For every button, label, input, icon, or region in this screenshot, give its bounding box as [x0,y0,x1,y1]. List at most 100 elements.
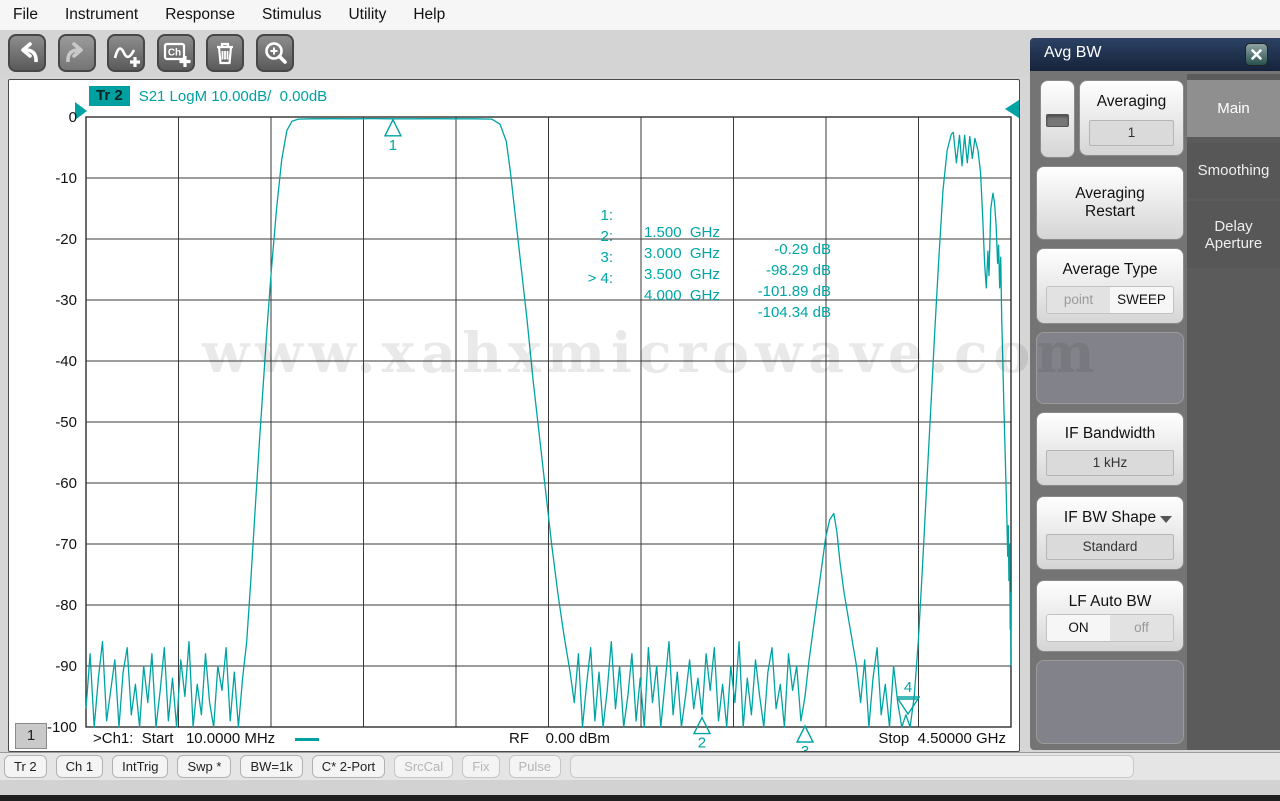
status-empty-slot [570,755,1134,778]
redo-icon [60,36,94,70]
y-tick-0: 0 [35,109,77,126]
dropdown-arrow-icon [1160,516,1172,523]
status-tr2-button[interactable]: Tr 2 [4,755,47,778]
empty-softkey [1036,332,1184,404]
average-type-button[interactable]: Average Type point SWEEP [1036,248,1184,324]
stop-frequency-label: Stop 4.50000 GHz [878,730,1006,747]
marker-value: -104.34 dB [711,304,831,321]
menu-help[interactable]: Help [413,6,445,24]
menu-file[interactable]: File [13,6,38,24]
status-fix-button[interactable]: Fix [462,755,499,778]
status-2port-button[interactable]: C* 2-Port [312,755,385,778]
bottom-strip [0,780,1280,795]
marker-readout-row: 2: 3.000 GHz -98.29 dB [9,211,26,231]
marker-id: 2: [539,228,613,245]
average-type-option-point[interactable]: point [1047,287,1110,313]
tab-smoothing[interactable]: Smoothing [1187,143,1280,198]
zoom-button[interactable] [256,34,294,72]
y-tick-2: -20 [35,231,77,248]
y-tick-1: -10 [35,170,77,187]
close-button[interactable] [1245,43,1268,66]
marker-frequency: 3.000 GHz [644,245,764,262]
averaging-restart-label: Averaging Restart [1037,185,1183,221]
avg-bw-panel: Avg BW Main Smoothing Delay Aperture Ave… [1030,38,1280,750]
y-tick-3: -30 [35,292,77,309]
lf-auto-bw-button[interactable]: LF Auto BW ON off [1036,580,1184,652]
menu-bar: File Instrument Response Stimulus Utilit… [0,0,1280,30]
ref-level-right-icon [1005,100,1019,118]
status-pulse-button[interactable]: Pulse [509,755,562,778]
marker-frequency: 4.000 GHz [644,287,764,304]
channel-number-badge[interactable]: 1 [15,723,47,749]
status-srccal-button[interactable]: SrcCal [394,755,453,778]
add-trace-button[interactable] [107,34,145,72]
start-frequency-label: >Ch1: Start 10.0000 MHz [93,730,275,747]
marker-label: 1 [389,137,397,154]
y-tick-4: -40 [35,353,77,370]
tab-main[interactable]: Main [1187,80,1280,137]
close-icon [1250,48,1263,61]
menu-instrument[interactable]: Instrument [65,6,138,24]
if-bandwidth-value[interactable]: 1 kHz [1046,450,1174,476]
if-bandwidth-label: IF Bandwidth [1037,425,1183,443]
lf-auto-bw-segmented: ON off [1046,614,1174,642]
if-bw-shape-value[interactable]: Standard [1046,534,1174,560]
status-swp-button[interactable]: Swp * [177,755,231,778]
status-ch1-button[interactable]: Ch 1 [56,755,103,778]
panel-title: Avg BW [1044,44,1102,62]
rf-power-label: RF 0.00 dBm [509,730,610,747]
average-type-label: Average Type [1037,261,1183,279]
stimulus-status-line: >Ch1: Start 10.0000 MHz RF 0.00 dBm Stop… [9,730,1019,750]
marker-id: > 4: [539,270,613,287]
menu-stimulus[interactable]: Stimulus [262,6,321,24]
y-tick-7: -70 [35,536,77,553]
marker-readout-row: 1: 1.500 GHz -0.29 dB [9,190,26,210]
add-trace-icon [109,36,143,70]
lf-auto-bw-option-on[interactable]: ON [1047,615,1110,641]
y-tick-8: -80 [35,597,77,614]
delete-button[interactable] [206,34,244,72]
y-tick-6: -60 [35,475,77,492]
averaging-value[interactable]: 1 [1089,120,1174,146]
trace-number-badge[interactable]: Tr 2 [89,86,130,106]
marker-frequency: 3.500 GHz [644,266,764,283]
marker-id: 3: [539,249,613,266]
status-bw-button[interactable]: BW=1k [240,755,302,778]
lf-auto-bw-label: LF Auto BW [1037,593,1183,611]
average-type-segmented: point SWEEP [1046,286,1174,314]
lf-auto-bw-option-off[interactable]: off [1110,615,1173,641]
svg-text:Ch: Ch [168,48,181,59]
add-channel-button[interactable]: Ch [157,34,195,72]
if-bandwidth-button[interactable]: IF Bandwidth 1 kHz [1036,412,1184,486]
averaging-label: Averaging [1080,93,1183,111]
status-inttrig-button[interactable]: IntTrig [112,755,168,778]
s21-trace-plot[interactable]: 1234 [9,80,1019,751]
averaging-toggle-button[interactable] [1040,80,1075,158]
marker-frequency: 1.500 GHz [644,224,764,241]
tab-delay-aperture[interactable]: Delay Aperture [1187,201,1280,268]
empty-softkey [1036,660,1184,744]
panel-title-bar[interactable]: Avg BW [1030,38,1280,71]
undo-button[interactable] [8,34,46,72]
marker-readout-row: 3: 3.500 GHz -101.89 dB [9,232,26,252]
y-tick-9: -90 [35,658,77,675]
trace-header: Tr 2 S21 LogM 10.00dB/ 0.00dB [89,86,327,106]
average-type-option-sweep[interactable]: SWEEP [1110,287,1173,313]
if-bw-shape-button[interactable]: IF BW Shape Standard [1036,496,1184,570]
trace-info-label[interactable]: S21 LogM 10.00dB/ 0.00dB [139,88,327,105]
marker-id: 1: [539,207,613,224]
undo-icon [10,36,44,70]
window-bottom-edge [0,795,1280,801]
marker-label: 4 [904,679,912,696]
marker-triangle-icon [385,120,401,136]
plot-window: 1234 Tr 2 S21 LogM 10.00dB/ 0.00dB 0 -10… [8,79,1020,752]
averaging-button[interactable]: Averaging 1 [1079,80,1184,156]
magnifier-plus-icon [258,36,292,70]
trash-icon [208,36,242,70]
y-tick-5: -50 [35,414,77,431]
menu-utility[interactable]: Utility [348,6,386,24]
redo-button[interactable] [58,34,96,72]
menu-response[interactable]: Response [165,6,235,24]
toggle-led-icon [1046,114,1069,127]
averaging-restart-button[interactable]: Averaging Restart [1036,166,1184,240]
